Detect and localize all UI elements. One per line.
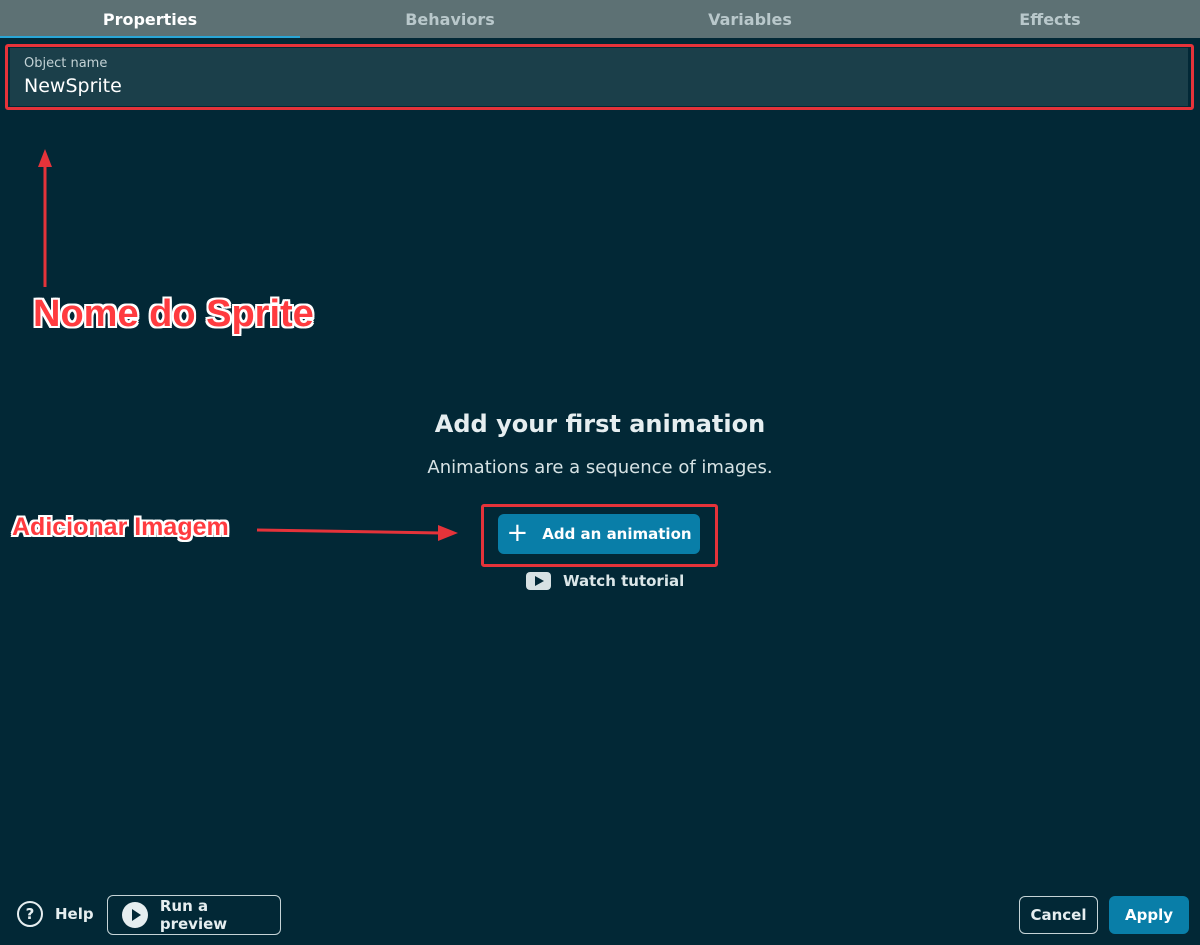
apply-button[interactable]: Apply [1109,896,1189,934]
cancel-button[interactable]: Cancel [1019,896,1098,934]
tab-behaviors[interactable]: Behaviors [300,0,600,38]
question-icon: ? [17,901,43,927]
youtube-icon [526,572,551,590]
annotation-box-add-animation [481,504,718,567]
tab-bar: Properties Behaviors Variables Effects [0,0,1200,38]
empty-state-title: Add your first animation [434,410,766,438]
help-button[interactable]: ? Help [17,901,94,927]
run-preview-button[interactable]: Run a preview [107,895,281,935]
tab-properties[interactable]: Properties [0,0,300,38]
watch-tutorial-link[interactable]: Watch tutorial [526,572,684,590]
tab-effects[interactable]: Effects [900,0,1200,38]
tab-variables[interactable]: Variables [600,0,900,38]
run-preview-label: Run a preview [159,897,228,933]
annotation-arrow-right [256,525,458,541]
annotation-sprite-name: Nome do Sprite [33,293,314,335]
annotation-box-object-name [5,44,1194,110]
help-label: Help [55,905,94,923]
watch-tutorial-label: Watch tutorial [563,572,685,590]
annotation-add-image: Adicionar Imagem [12,513,229,541]
play-icon [122,902,148,928]
empty-state-subtitle: Animations are a sequence of images. [427,457,773,478]
annotation-arrow-up [38,149,52,287]
